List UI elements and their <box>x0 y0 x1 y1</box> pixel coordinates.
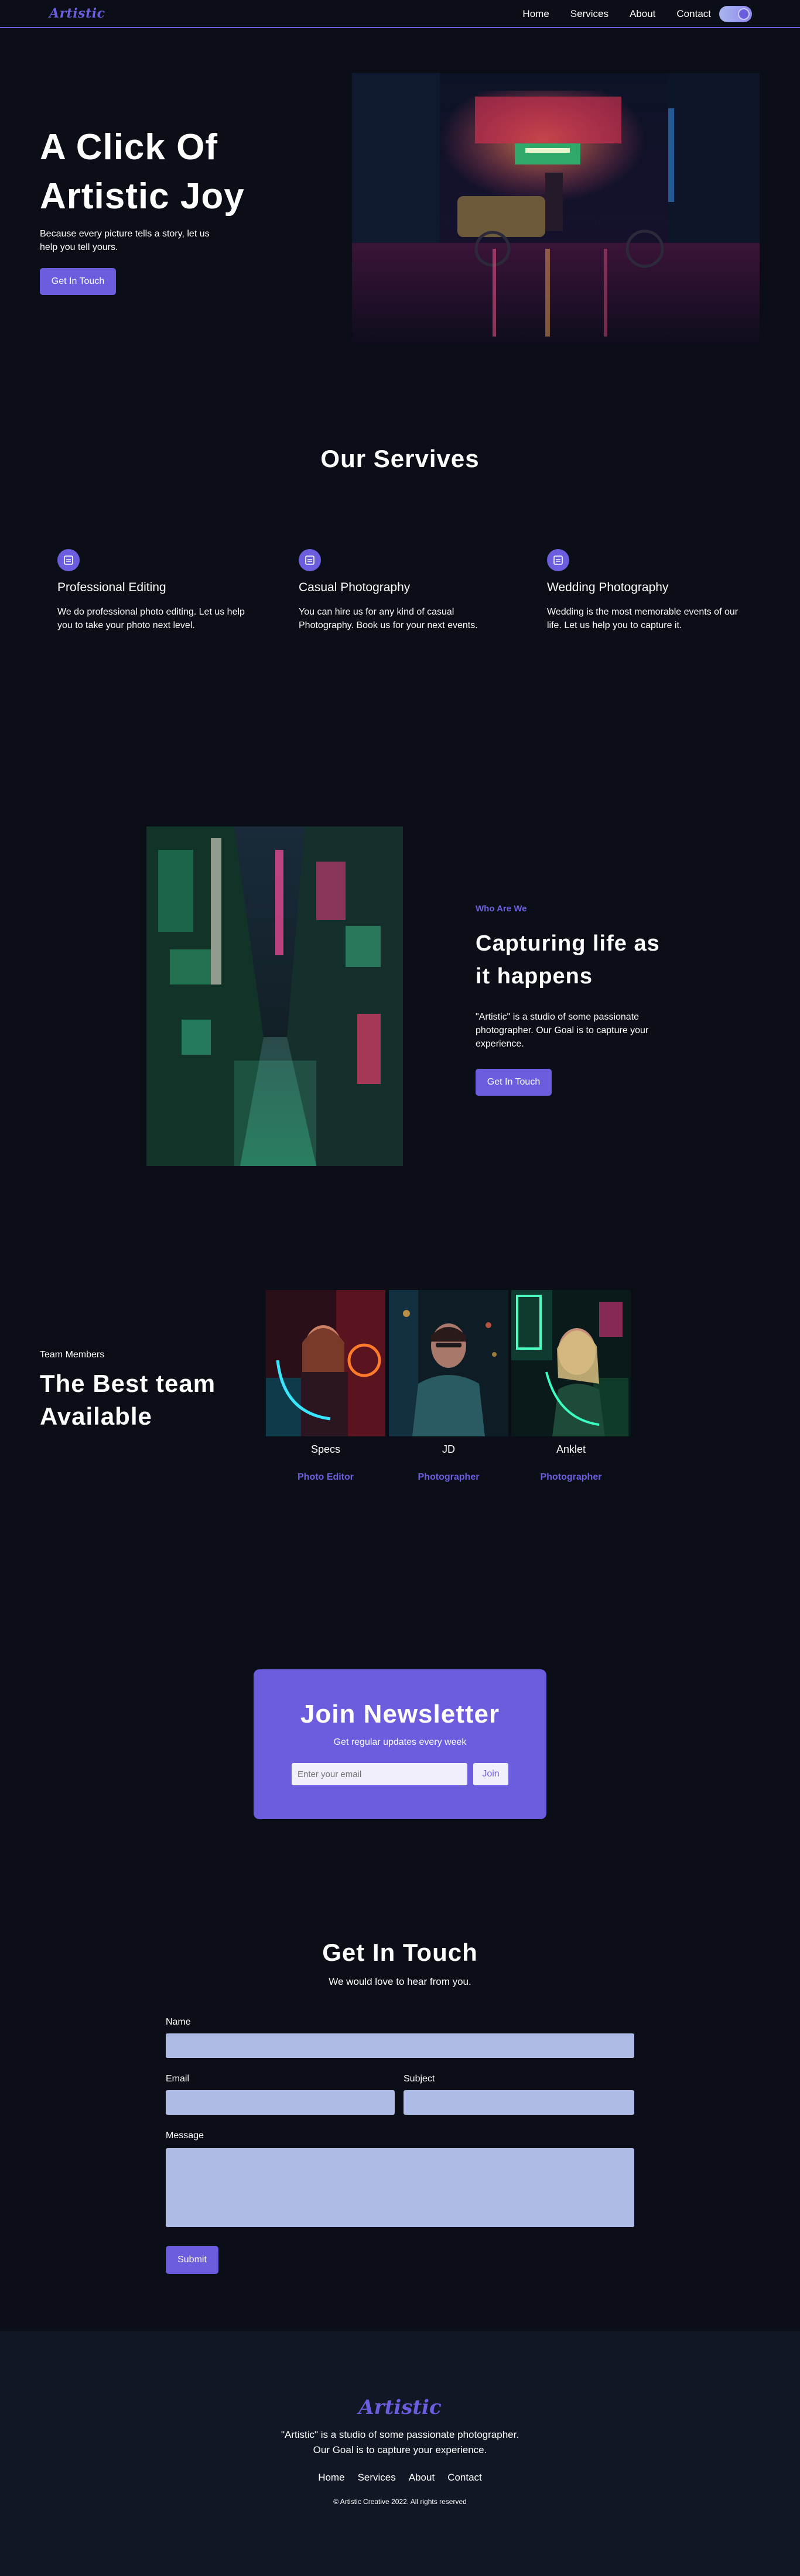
email-field[interactable] <box>166 2090 395 2115</box>
newsletter-subtitle: Get regular updates every week <box>333 1737 467 1747</box>
subject-field[interactable] <box>404 2090 634 2115</box>
service-description: We do professional photo editing. Let us… <box>57 607 245 630</box>
about-image <box>146 826 403 1166</box>
brand-logo[interactable]: Artistic <box>49 6 105 21</box>
contact-subtitle: We would love to hear from you. <box>329 1976 471 1987</box>
nav-link-services[interactable]: Services <box>570 8 608 20</box>
theme-toggle[interactable] <box>719 6 752 22</box>
footer: Artistic "Artistic" is a studio of some … <box>0 2331 800 2576</box>
newsletter-email-input[interactable] <box>292 1763 467 1785</box>
team-member-card: Anklet Photographer <box>511 1290 631 1483</box>
member-photo <box>511 1290 631 1436</box>
image-icon <box>57 549 80 571</box>
member-photo <box>389 1290 508 1436</box>
newsletter-card: Join Newsletter Get regular updates ever… <box>254 1669 546 1819</box>
service-title: Professional Editing <box>57 581 166 594</box>
member-name: JD <box>442 1443 455 1455</box>
nav-link-contact[interactable]: Contact <box>676 8 711 20</box>
image-icon <box>299 549 321 571</box>
footer-link-services[interactable]: Services <box>358 2472 396 2484</box>
newsletter-form: Join <box>254 1763 546 1785</box>
name-label: Name <box>166 2017 191 2027</box>
service-description: Wedding is the most memorable events of … <box>547 607 739 630</box>
team-member-card: Specs Photo Editor <box>266 1290 385 1483</box>
contact-title: Get In Touch <box>322 1939 478 1966</box>
newsletter-title: Join Newsletter <box>300 1700 500 1728</box>
email-label: Email <box>166 2074 190 2084</box>
hero-subtitle: Because every picture tells a story, let… <box>40 229 210 252</box>
footer-description: "Artistic" is a studio of some passionat… <box>281 2429 519 2455</box>
copyright-text: © Artistic Creative 2022. All rights res… <box>333 2498 467 2506</box>
member-name: Anklet <box>556 1443 586 1455</box>
message-field[interactable] <box>166 2148 634 2227</box>
service-description: You can hire us for any kind of casual P… <box>299 607 478 630</box>
hero-title: A Click Of Artistic Joy <box>40 127 245 217</box>
submit-button[interactable]: Submit <box>166 2246 218 2274</box>
member-role: Photo Editor <box>298 1472 354 1482</box>
team-member-card: JD Photographer <box>389 1290 508 1483</box>
name-field[interactable] <box>166 2033 634 2058</box>
footer-link-home[interactable]: Home <box>318 2472 344 2484</box>
about-get-in-touch-button[interactable]: Get In Touch <box>476 1069 552 1096</box>
hero-get-in-touch-button[interactable]: Get In Touch <box>40 268 116 295</box>
member-photo <box>266 1290 385 1436</box>
services-title: Our Servives <box>320 445 480 472</box>
team-kicker: Team Members <box>40 1350 105 1360</box>
about-kicker: Who Are We <box>476 904 527 914</box>
nav-link-home[interactable]: Home <box>522 8 549 20</box>
hero-image <box>352 73 760 345</box>
about-title: Capturing life as it happens <box>476 931 660 989</box>
nav-link-about[interactable]: About <box>630 8 655 20</box>
footer-link-about[interactable]: About <box>409 2472 435 2484</box>
toggle-knob <box>738 8 750 20</box>
team-title: The Best team Available <box>40 1370 216 1430</box>
member-name: Specs <box>310 1443 341 1455</box>
member-role: Photographer <box>540 1472 602 1482</box>
footer-logo[interactable]: Artistic <box>0 2396 800 2419</box>
message-label: Message <box>166 2131 204 2141</box>
about-description: "Artistic" is a studio of some passionat… <box>476 1012 649 1049</box>
service-card-casual: Casual Photography You can hire us for a… <box>299 549 498 632</box>
footer-link-contact[interactable]: Contact <box>447 2472 482 2484</box>
nav-links: Home Services About Contact <box>522 8 711 20</box>
newsletter-join-button[interactable]: Join <box>473 1763 508 1785</box>
navbar: Artistic Home Services About Contact <box>0 0 800 28</box>
footer-links: Home Services About Contact <box>0 2472 800 2484</box>
service-card-wedding: Wedding Photography Wedding is the most … <box>547 549 746 632</box>
member-role: Photographer <box>418 1472 480 1482</box>
service-title: Wedding Photography <box>547 581 669 594</box>
subject-label: Subject <box>404 2074 435 2084</box>
service-title: Casual Photography <box>299 581 411 594</box>
image-icon <box>547 549 569 571</box>
service-card-editing: Professional Editing We do professional … <box>57 549 257 632</box>
